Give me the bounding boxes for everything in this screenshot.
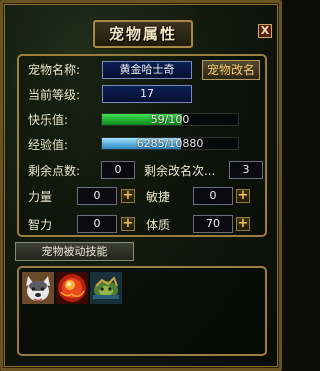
title-plate: 宠物属性 [93,20,193,48]
fire-orb-skill-icon[interactable] [56,272,88,304]
window-titlebar: 宠物属性 X [0,0,282,48]
agility-plus-button[interactable]: + [236,189,250,203]
passive-skills-tab[interactable]: 宠物被动技能 [15,242,134,261]
rename-count-field: 3 [229,161,263,179]
husky-skill-icon[interactable] [22,272,54,304]
stat-agility-field: 0 [193,187,233,205]
close-button[interactable]: X [258,24,272,38]
stat-constitution-label: 体质 [146,218,171,232]
happiness-value: 59/100 [150,113,190,126]
pet-name-field[interactable]: 黄金哈士奇 [102,61,192,79]
intelligence-plus-button[interactable]: + [121,217,135,231]
rename-count-label: 剩余改名次... [144,164,216,178]
level-label: 当前等级: [28,88,81,102]
strength-plus-button[interactable]: + [121,189,135,203]
rename-pet-button[interactable]: 宠物改名 [202,60,260,80]
stat-constitution-field: 70 [193,215,233,233]
pet-name-label: 宠物名称: [28,63,81,77]
stat-intelligence-label: 智力 [28,218,53,232]
stat-agility-label: 敏捷 [146,190,171,204]
skills-panel [17,266,267,356]
exp-label: 经验值: [28,138,69,152]
window-title: 宠物属性 [108,25,177,43]
happiness-label: 快乐值: [28,113,69,127]
stat-strength-label: 力量 [28,190,53,204]
constitution-plus-button[interactable]: + [236,217,250,231]
happiness-bar: 59/100 [101,113,239,126]
stat-intelligence-field: 0 [77,215,117,233]
remaining-points-label: 剩余点数: [28,164,81,178]
exp-bar: 6285/10880 [101,137,239,150]
level-field: 17 [102,85,192,103]
armored-beast-skill-icon[interactable] [90,272,122,304]
remaining-points-field: 0 [101,161,135,179]
exp-value: 6285/10880 [136,137,204,150]
stat-strength-field: 0 [77,187,117,205]
